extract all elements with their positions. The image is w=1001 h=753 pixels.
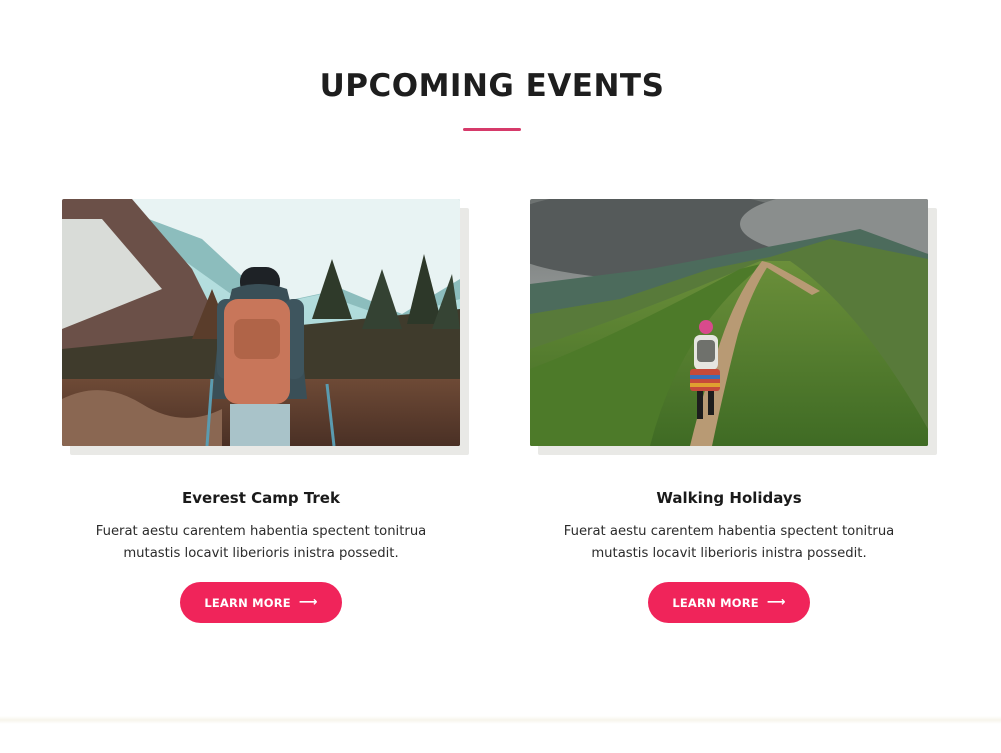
event-title: Everest Camp Trek [182, 489, 340, 507]
event-card-walking: Walking Holidays Fuerat aestu carentem h… [530, 199, 940, 623]
section-title: UPCOMING EVENTS [319, 68, 665, 104]
event-image-wrapper [62, 199, 469, 455]
footer-divider [0, 716, 1001, 724]
event-title: Walking Holidays [656, 489, 802, 507]
learn-more-button[interactable]: LEARN MORE ⟶ [180, 582, 342, 623]
title-divider [463, 128, 521, 131]
event-description: Fuerat aestu carentem habentia spectent … [563, 524, 895, 561]
arrow-right-icon: ⟶ [766, 595, 786, 610]
arrow-right-icon: ⟶ [298, 595, 318, 610]
event-description: Fuerat aestu carentem habentia spectent … [95, 524, 427, 561]
event-image-hiker-mountains[interactable] [62, 199, 460, 446]
event-image-wrapper [530, 199, 937, 455]
event-image-walker-ridge[interactable] [530, 199, 928, 446]
learn-more-label: LEARN MORE [672, 595, 759, 610]
learn-more-button[interactable]: LEARN MORE ⟶ [648, 582, 810, 623]
learn-more-label: LEARN MORE [204, 595, 291, 610]
event-card-everest: Everest Camp Trek Fuerat aestu carentem … [62, 199, 472, 623]
